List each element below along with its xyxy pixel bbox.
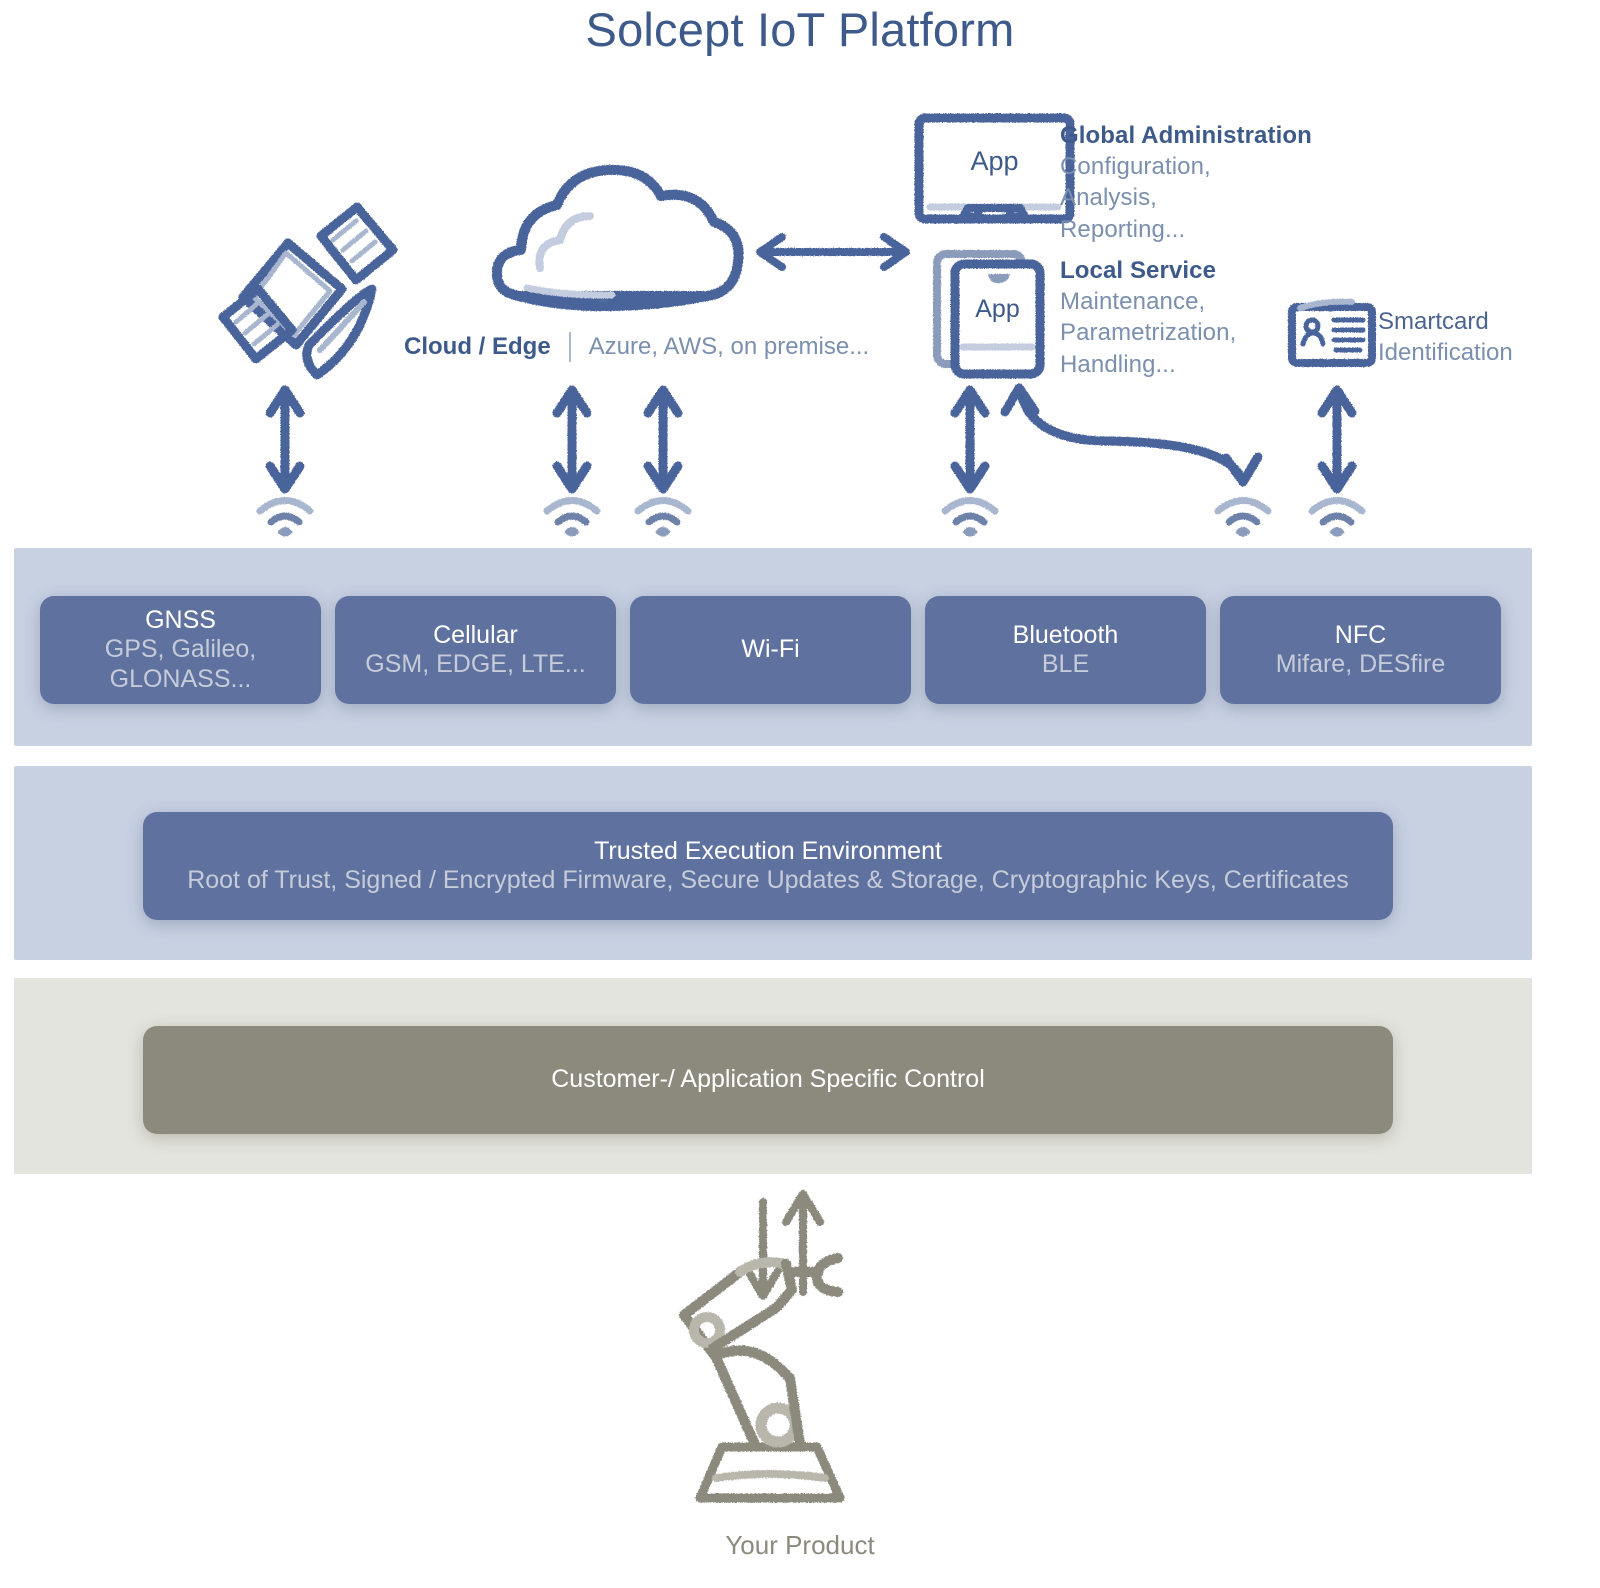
wifi-signal-icon (634, 497, 692, 537)
local-service-heading: Local Service (1060, 257, 1217, 284)
smartcard-label-line-2: Identification (1378, 339, 1513, 367)
local-service-annotation: Local Service Maintenance, Parametrizati… (1060, 255, 1236, 380)
connectivity-card-gnss[interactable]: GNSS GPS, Galileo, GLONASS... (40, 596, 321, 704)
monitor-app-label: App (919, 146, 1070, 177)
connectivity-card-wifi[interactable]: Wi-Fi (630, 596, 911, 704)
card-title: NFC (1334, 620, 1387, 649)
smartcard-label-line-1: Smartcard (1378, 308, 1489, 335)
card-title: Wi-Fi (741, 635, 800, 664)
cloud-to-app-arrow (756, 233, 910, 271)
cloud-providers-label: Azure, AWS, on premise... (588, 333, 870, 360)
global-administration-annotation: Global Administration Configuration, Ana… (1060, 120, 1312, 245)
satellite-icon (218, 202, 398, 380)
tablet-app-text: App (975, 295, 1020, 323)
trusted-execution-environment-card[interactable]: Trusted Execution Environment Root of Tr… (143, 812, 1393, 920)
vertical-arrow-gnss (265, 385, 305, 494)
vertical-arrow-app (950, 385, 990, 494)
tee-subtitle: Root of Trust, Signed / Encrypted Firmwa… (187, 866, 1349, 894)
connectivity-card-cellular[interactable]: Cellular GSM, EDGE, LTE... (335, 596, 616, 704)
tee-title: Trusted Execution Environment (594, 836, 942, 865)
vertical-arrow-cellular (552, 385, 592, 494)
card-subtitle: BLE (1041, 650, 1090, 678)
customer-application-control-card[interactable]: Customer-/ Application Specific Control (143, 1026, 1393, 1134)
local-service-line-1: Maintenance, (1060, 288, 1206, 316)
diagram-canvas: Solcept IoT Platform App App Global Admi… (0, 0, 1600, 1588)
connectivity-card-nfc[interactable]: NFC Mifare, DESfire (1220, 596, 1501, 704)
wifi-signal-icon (543, 497, 601, 537)
local-service-line-3: Handling... (1060, 350, 1176, 378)
monitor-app-text: App (970, 146, 1019, 176)
global-administration-line-2: Analysis, (1060, 184, 1157, 212)
wifi-signal-icon (1214, 497, 1272, 537)
global-administration-line-3: Reporting... (1060, 215, 1186, 243)
cloud-edge-caption: Cloud / Edge Azure, AWS, on premise... (404, 332, 869, 362)
wifi-signal-icon (1308, 497, 1366, 537)
card-title: Bluetooth (1012, 620, 1119, 649)
global-administration-heading: Global Administration (1060, 122, 1312, 149)
wifi-signal-icon (256, 497, 314, 537)
robot-arm-icon (679, 1253, 845, 1503)
tablet-app-label: App (955, 295, 1040, 324)
vertical-arrow-wifi (643, 385, 683, 494)
connectivity-card-bluetooth[interactable]: Bluetooth BLE (925, 596, 1206, 704)
product-arrows (744, 1190, 824, 1300)
local-service-line-2: Parametrization, (1060, 319, 1237, 347)
card-title: Cellular (433, 620, 518, 649)
smartcard-icon (1288, 298, 1376, 367)
card-subtitle: GSM, EDGE, LTE... (365, 650, 586, 678)
card-title: GNSS (145, 605, 216, 634)
global-administration-line-1: Configuration, (1060, 153, 1211, 181)
cloud-edge-label: Cloud / Edge (404, 333, 551, 360)
vertical-arrow-nfc (1317, 385, 1357, 494)
smartcard-caption: Smartcard Identification (1378, 306, 1513, 368)
app-to-nfc-curved-arrow (1000, 383, 1263, 487)
wifi-signal-icon (941, 497, 999, 537)
caption-divider (568, 332, 571, 362)
control-title: Customer-/ Application Specific Control (551, 1065, 985, 1094)
card-subtitle: Mifare, DESfire (1275, 650, 1446, 678)
product-caption: Your Product (725, 1530, 875, 1560)
card-subtitle: GPS, Galileo, GLONASS... (104, 635, 257, 693)
page-title: Solcept IoT Platform (585, 3, 1015, 56)
cloud-icon (491, 164, 744, 312)
